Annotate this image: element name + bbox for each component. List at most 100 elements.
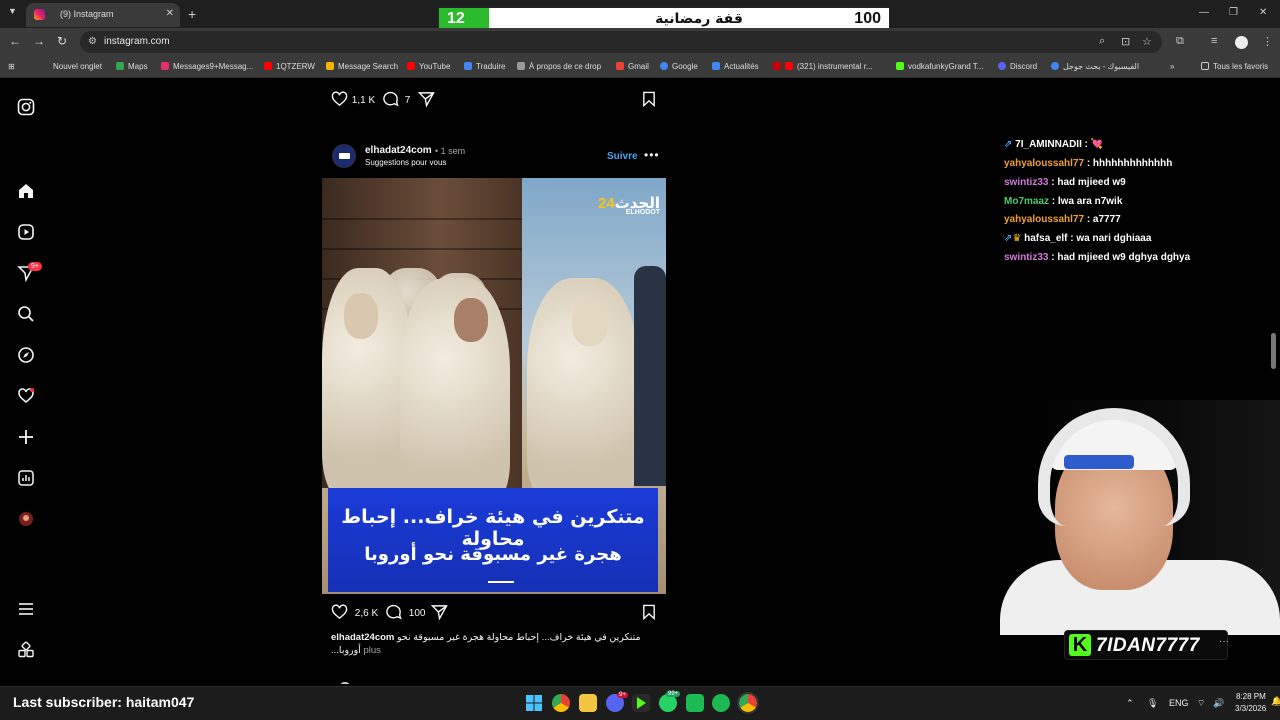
apps-icon[interactable]: ⊞ [8,62,15,71]
microphone-icon[interactable]: 🎙 [1147,698,1158,709]
site-info-icon[interactable]: ⚙ [88,36,97,47]
bookmark-star-icon[interactable]: ☆ [1142,35,1152,48]
chevron-right-icon[interactable]: » [1170,62,1174,71]
youtube-icon [773,62,781,70]
close-tab-icon[interactable]: ✕ [166,8,174,19]
more-dots-icon[interactable]: ··· [1219,636,1229,647]
post-image[interactable]: 24الحدث ELHODOT متنكرين في هيئة خراف... … [322,178,666,594]
chrome-active-icon[interactable] [737,692,759,714]
language-indicator[interactable]: ENG [1169,698,1189,708]
chat-message: swintiz33 : had mjieed w9 [1004,177,1126,188]
like-icon[interactable] [331,91,349,110]
like-icon[interactable] [331,604,352,623]
instagram-logo-icon[interactable] [17,98,35,116]
clock-time[interactable]: 8:28 PM [1236,692,1266,701]
save-icon[interactable] [642,604,656,623]
share-icon[interactable] [417,91,435,110]
bookmark-item[interactable]: YouTube [407,62,450,71]
back-icon[interactable]: ← [9,34,21,48]
threads-apps-icon[interactable] [17,641,35,659]
profile-avatar-icon[interactable] [17,510,35,528]
post-caption: elhadat24com متنكرين في هيئة خراف... إحب… [331,631,671,657]
bookmark-item[interactable]: À propos de ce drop [517,62,601,71]
follow-button[interactable]: Suivre [607,151,638,162]
extensions-icon[interactable]: ⧉ [1176,35,1184,48]
more-menu-icon[interactable] [17,600,35,618]
notifications-badge: 9+ [28,262,42,271]
notification-bell-icon[interactable]: 🔔 [1271,696,1280,707]
discord-badge: 9+ [617,692,628,698]
post-avatar[interactable] [332,144,356,168]
scrollbar[interactable] [1271,333,1276,369]
bookmark-item[interactable]: Nouvel onglet [53,62,102,71]
app-icon[interactable] [686,694,704,712]
menu-icon[interactable]: ⋮ [1262,35,1273,48]
bookmark-item[interactable]: vodkafunkyGrand T... [896,62,983,71]
close-window-icon[interactable]: ✕ [1259,7,1267,18]
bookmark-item[interactable]: 1QTZERW [264,62,315,71]
post-header: elhadat24com • 1 sem Suggestions pour vo… [332,142,666,170]
media-player-icon[interactable] [632,694,650,712]
reading-list-icon[interactable]: ≡ [1211,35,1217,47]
all-bookmarks-folder[interactable]: Tous les favoris [1201,62,1268,71]
chat-message: ⇗♛ hafsa_elf : wa nari dghiaaa [1004,233,1152,244]
wifi-icon[interactable]: ⌔ [1197,698,1205,709]
post-likes: 2,6 K [354,608,379,619]
post-username[interactable]: elhadat24com [365,145,432,156]
comment-icon[interactable] [382,91,402,110]
bookmark-item[interactable]: Actualités [712,62,759,71]
search-icon[interactable] [17,305,35,323]
bookmark-item[interactable]: Messages9+Messag... [161,62,253,71]
caption-more-link[interactable]: plus [364,645,381,656]
create-icon[interactable] [17,428,35,446]
clock-date[interactable]: 3/3/2026 [1235,704,1266,713]
home-icon[interactable] [17,182,35,200]
bookmark-item[interactable]: الفيسبوك - بحث جوجل [1051,62,1139,71]
gmail-icon [616,62,624,70]
profile-avatar[interactable] [1235,36,1248,49]
chevron-up-icon[interactable]: ⌃ [1126,698,1134,709]
whatsapp-badge: 99+ [666,691,681,697]
comment-icon[interactable] [385,604,406,623]
reload-icon[interactable]: ↻ [57,34,67,48]
bookmark-item[interactable]: (321) instrumental r... [773,62,873,71]
file-explorer-icon[interactable] [579,694,597,712]
bookmark-item[interactable]: Maps [116,62,148,71]
install-icon[interactable]: ⊡ [1121,35,1130,48]
chat-message: swintiz33 : had mjieed w9 dghya dghya [1004,252,1191,263]
new-tab-button[interactable]: + [188,6,196,22]
explore-icon[interactable] [17,346,35,364]
bookmark-item[interactable]: Message Search [326,62,398,71]
kick-icon [896,62,904,70]
folder-icon [1201,62,1209,70]
youtube-icon [264,62,272,70]
kick-channel-name: 7IDAN7777 [1096,635,1200,656]
sheep-mask [572,300,608,346]
zoom-icon[interactable]: ⌕ [1099,35,1105,48]
forward-icon[interactable]: → [33,34,45,48]
volume-icon[interactable]: 🔊 [1213,698,1224,709]
minimize-icon[interactable]: — [1199,7,1209,18]
tab-search-icon[interactable]: ▼ [8,6,17,16]
bookmark-item[interactable]: Gmail [616,62,649,71]
chrome-icon[interactable] [552,694,570,712]
reels-icon[interactable] [17,223,35,241]
spotify-icon[interactable] [712,694,730,712]
caption-username[interactable]: elhadat24com [331,632,394,643]
address-bar[interactable]: ⚙ instagram.com [80,31,1162,53]
notifications-heart-icon[interactable] [17,387,35,405]
kick-name-tag: K 7IDAN7777 [1064,630,1228,660]
maximize-icon[interactable]: ❐ [1229,7,1238,18]
dashboard-icon[interactable] [17,469,35,487]
prev-post-comment-group: 7 [382,91,410,110]
person-face [454,298,488,342]
tab-instagram[interactable]: (9) Instagram ✕ [26,3,180,27]
chat-message: ⇗ 7I_AMINNADII : 💘 [1004,139,1104,150]
bookmark-item[interactable]: Google [660,62,698,71]
windows-start-icon[interactable] [525,694,543,712]
share-icon[interactable] [430,604,448,623]
more-options-icon[interactable]: ••• [644,148,660,162]
bookmark-item[interactable]: Traduire [464,62,506,71]
save-icon[interactable] [642,91,656,110]
bookmark-item[interactable]: Discord [998,62,1037,71]
